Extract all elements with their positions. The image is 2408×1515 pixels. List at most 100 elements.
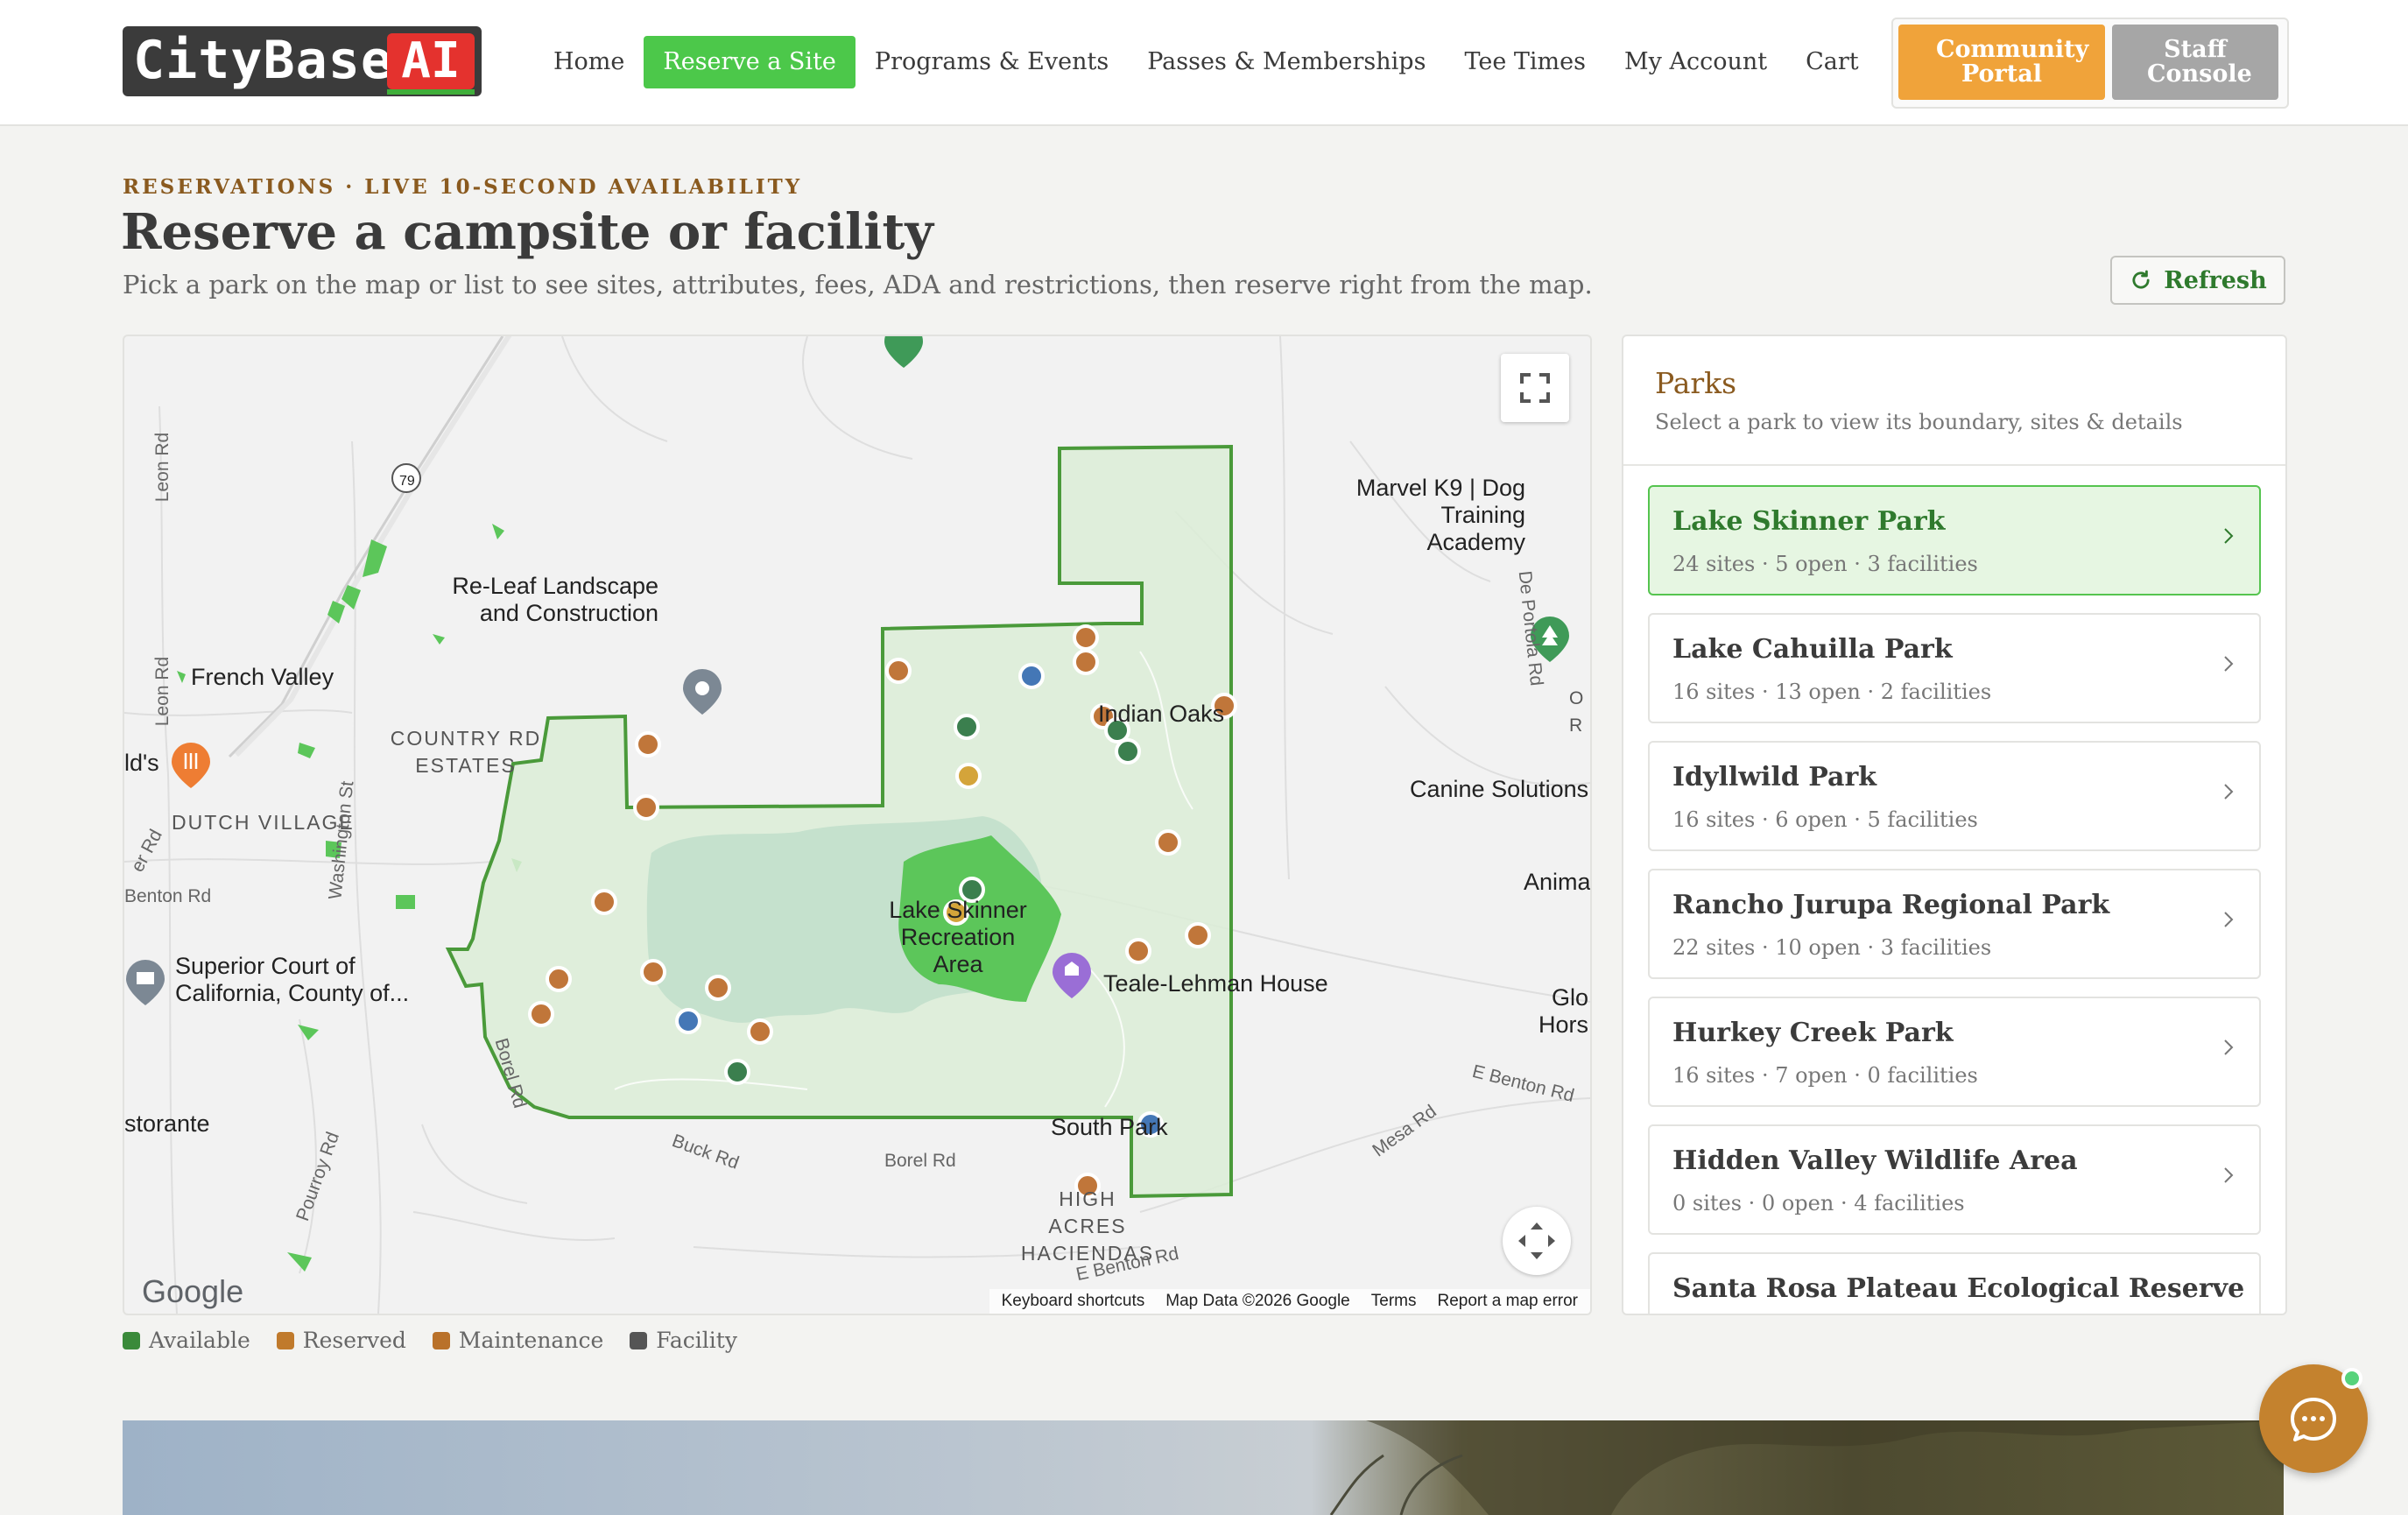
- chevron-right-icon: [2224, 784, 2234, 800]
- park-card-rancho-jurupa[interactable]: Rancho Jurupa Regional Park 22 sites · 1…: [1648, 869, 2261, 979]
- park-map[interactable]: Re-Leaf Landscape and Construction Marve…: [123, 335, 1592, 1315]
- park-card-hurkey-creek[interactable]: Hurkey Creek Park 16 sites · 7 open · 0 …: [1648, 997, 2261, 1107]
- site-marker[interactable]: [675, 1008, 701, 1034]
- site-marker[interactable]: [1155, 829, 1181, 856]
- lake-skinner-park-boundary[interactable]: [445, 444, 1233, 1199]
- map-pan-control[interactable]: [1503, 1207, 1571, 1275]
- page-eyebrow: RESERVATIONS · LIVE 10-SECOND AVAILABILI…: [123, 175, 803, 199]
- nav-reserve-a-site[interactable]: Reserve a Site: [644, 36, 855, 88]
- park-card-idyllwild[interactable]: Idyllwild Park 16 sites · 6 open · 5 fac…: [1648, 741, 2261, 851]
- terms-link[interactable]: Terms: [1371, 1292, 1417, 1311]
- park-meta: 16 sites · 6 open · 5 facilities: [1672, 807, 1978, 832]
- fullscreen-button[interactable]: [1501, 354, 1569, 422]
- park-meta: 16 sites · 7 open · 0 facilities: [1672, 1063, 1978, 1088]
- site-marker[interactable]: [1115, 738, 1141, 765]
- main-nav: Home Reserve a Site Programs & Events Pa…: [534, 35, 1878, 89]
- citybase-logo[interactable]: CityBase AI: [123, 26, 482, 96]
- top-header: CityBase AI Home Reserve a Site Programs…: [0, 0, 2408, 126]
- staff-console-label: Staff Console: [2147, 36, 2252, 88]
- report-map-error-link[interactable]: Report a map error: [1437, 1292, 1578, 1311]
- map-label-glo: Glo Hors: [1538, 984, 1588, 1038]
- logo-wordmark: CityBase: [133, 30, 393, 91]
- park-name: Santa Rosa Plateau Ecological Reserve: [1672, 1273, 2245, 1304]
- park-name: Hurkey Creek Park: [1672, 1018, 1954, 1048]
- chevron-right-icon: [2224, 1039, 2234, 1055]
- map-label-lake-skinner: Lake Skinner Recreation Area: [889, 897, 1027, 977]
- keyboard-shortcuts-link[interactable]: Keyboard shortcuts: [1002, 1292, 1145, 1311]
- chevron-right-icon: [2224, 912, 2234, 927]
- refresh-button[interactable]: Refresh: [2110, 256, 2285, 305]
- legend-label-available: Available: [149, 1328, 250, 1353]
- site-marker[interactable]: [1018, 663, 1045, 689]
- nav-my-account[interactable]: My Account: [1605, 36, 1786, 88]
- site-marker[interactable]: [546, 966, 572, 992]
- site-marker[interactable]: [1185, 922, 1211, 948]
- park-card-lake-cahuilla[interactable]: Lake Cahuilla Park 16 sites · 13 open · …: [1648, 613, 2261, 723]
- site-marker[interactable]: [635, 731, 661, 758]
- parks-panel-header: Parks Select a park to view its boundary…: [1623, 336, 2285, 466]
- legend-swatch-reserved: [276, 1331, 294, 1349]
- releaf-text: Re-Leaf Landscape and Construction: [452, 573, 658, 626]
- site-marker[interactable]: [1073, 649, 1099, 675]
- park-meta: 24 sites · 5 open · 3 facilities: [1672, 552, 1978, 576]
- parks-panel-subtitle: Select a park to view its boundary, site…: [1655, 410, 2183, 434]
- chevron-right-icon: [2224, 656, 2234, 672]
- site-marker[interactable]: [1125, 938, 1151, 964]
- campground-pin[interactable]: [884, 336, 923, 368]
- chevron-right-icon: [2224, 1167, 2234, 1183]
- nav-tee-times[interactable]: Tee Times: [1445, 36, 1605, 88]
- legend-label-maintenance: Maintenance: [458, 1328, 604, 1353]
- site-marker[interactable]: [954, 714, 980, 740]
- site-marker[interactable]: [724, 1059, 750, 1085]
- map-label-south-park: South Park: [1051, 1114, 1168, 1140]
- site-marker[interactable]: [633, 794, 659, 821]
- logo-stripe: [387, 89, 475, 95]
- nav-passes-memberships[interactable]: Passes & Memberships: [1128, 36, 1445, 88]
- map-label-teale: Teale-Lehman House: [1103, 970, 1328, 997]
- park-card-lake-skinner[interactable]: Lake Skinner Park 24 sites · 5 open · 3 …: [1648, 485, 2261, 595]
- map-label-o-r: O R: [1569, 688, 1584, 736]
- map-label-country-rd-estates: COUNTRY RD ESTATES: [390, 727, 542, 777]
- map-attribution: Keyboard shortcuts Map Data ©2026 Google…: [989, 1289, 1590, 1314]
- legend-swatch-facility: [630, 1331, 648, 1349]
- legend-facility: Facility: [630, 1328, 737, 1353]
- site-marker[interactable]: [885, 658, 912, 684]
- site-marker[interactable]: [640, 959, 666, 985]
- map-label-marvel: Marvel K9 | Dog Training Academy: [1355, 475, 1525, 555]
- map-green-parcels: [177, 524, 522, 1272]
- legend-label-facility: Facility: [656, 1328, 737, 1353]
- parks-panel-title: Parks: [1655, 366, 1737, 400]
- legend-reserved: Reserved: [276, 1328, 406, 1353]
- tree-silhouette: [1329, 1420, 2284, 1515]
- parks-panel: Parks Select a park to view its boundary…: [1622, 335, 2287, 1315]
- page-subtitle: Pick a park on the map or list to see si…: [123, 270, 1593, 299]
- legend-swatch-available: [123, 1331, 140, 1349]
- road-leon-rd-2: Leon Rd: [152, 656, 173, 727]
- staff-console-button[interactable]: Staff Console: [2112, 25, 2278, 100]
- site-marker[interactable]: [528, 1001, 554, 1027]
- nav-programs-events[interactable]: Programs & Events: [855, 36, 1128, 88]
- map-label-anima: Anima: [1524, 869, 1591, 895]
- park-card-santa-rosa-plateau[interactable]: Santa Rosa Plateau Ecological Reserve: [1648, 1252, 2261, 1314]
- legend-available: Available: [123, 1328, 250, 1353]
- chevron-right-icon: [2224, 528, 2234, 544]
- site-marker[interactable]: [747, 1018, 773, 1045]
- park-name: Idyllwild Park: [1672, 762, 1877, 793]
- nav-cart[interactable]: Cart: [1786, 36, 1878, 88]
- site-marker[interactable]: [1073, 624, 1099, 651]
- community-portal-button[interactable]: Community Portal: [1898, 25, 2105, 100]
- logo-ai-badge: AI: [387, 33, 475, 89]
- park-meta: 16 sites · 13 open · 2 facilities: [1672, 680, 1992, 704]
- courthouse-icon: [137, 972, 154, 984]
- park-meta: 0 sites · 0 open · 4 facilities: [1672, 1191, 1965, 1216]
- park-name: Lake Cahuilla Park: [1672, 634, 1953, 665]
- online-status-dot: [2341, 1368, 2362, 1389]
- nav-home[interactable]: Home: [534, 36, 644, 88]
- site-marker[interactable]: [955, 763, 982, 789]
- park-card-hidden-valley[interactable]: Hidden Valley Wildlife Area 0 sites · 0 …: [1648, 1124, 2261, 1235]
- map-label-superior-court: Superior Court of California, County of.…: [175, 953, 410, 1006]
- road-benton-rd-w: Benton Rd: [124, 886, 212, 906]
- site-marker[interactable]: [591, 889, 617, 915]
- page-title: Reserve a campsite or facility: [121, 203, 933, 261]
- site-marker[interactable]: [705, 975, 731, 1001]
